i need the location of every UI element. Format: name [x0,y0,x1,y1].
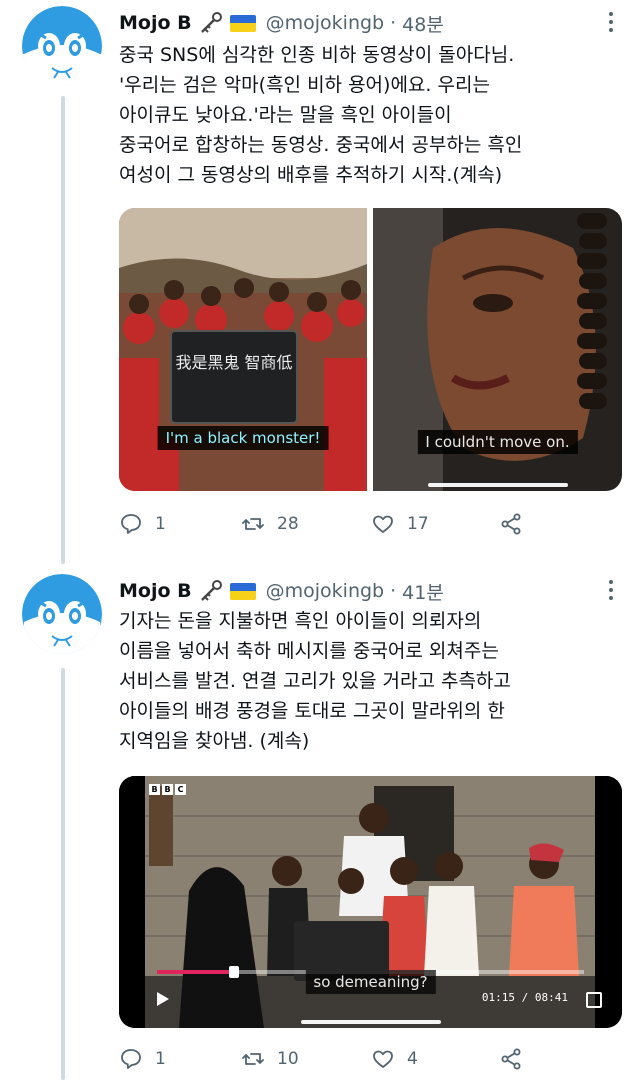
retweet-icon [242,518,264,530]
bbc-logo-letter: C [175,784,186,795]
bbc-logo-letter: B [162,784,173,795]
tweet-header: Mojo B @mojokingb · 48분 [119,10,444,36]
share-icon [501,513,521,535]
tweet-actions: 1 28 17 [119,508,619,540]
reply-count: 1 [155,1049,166,1069]
bbc-logo-letter: B [149,784,160,795]
video-caption: so demeaning? [305,970,436,994]
reply-icon [121,514,141,534]
key-icon [198,10,224,36]
separator-dot: · [390,580,397,602]
reply-icon [121,1049,141,1069]
ukraine-flag-icon [229,582,256,600]
avatar[interactable] [22,6,102,86]
share-button[interactable] [499,1047,535,1071]
video-time: 01:15 / 08:41 [481,991,568,1004]
avatar[interactable] [22,574,102,654]
bbc-logo: B B C [149,784,186,795]
like-icon [373,1050,393,1068]
retweet-count: 10 [277,1049,299,1069]
display-name[interactable]: Mojo B [119,580,192,602]
fullscreen-icon[interactable] [586,992,602,1008]
more-icon[interactable] [604,580,618,600]
avatar-image [22,574,102,654]
reply-count: 1 [155,514,166,534]
reply-button[interactable]: 1 [119,1047,241,1071]
timestamp[interactable]: 48분 [402,10,444,37]
video-caption: I'm a black monster! [157,426,329,450]
retweet-button[interactable]: 28 [241,512,371,536]
tweet-text-line: 기자는 돈을 지불하면 흑인 아이들이 의뢰자의 [119,610,482,632]
media-scrub-bar [427,483,568,487]
tweet-text: 기자는 돈을 지불하면 흑인 아이들이 의뢰자의 이름을 넣어서 축하 메시지를… [119,606,624,756]
like-count: 17 [407,514,429,534]
ukraine-flag-icon [229,14,256,32]
tweet-text-line: 중국어로 합창하는 동영상. 중국에서 공부하는 흑인 [119,134,523,156]
like-icon [373,515,393,533]
video-progress-fill [157,970,234,974]
key-icon [198,578,224,604]
user-handle[interactable]: @mojokingb [266,12,384,34]
share-icon [501,1048,521,1070]
tweet-text-line: 중국 SNS에 심각한 인종 비하 동영상이 돌아다님. [119,44,515,66]
user-handle[interactable]: @mojokingb [266,580,384,602]
retweet-button[interactable]: 10 [241,1047,371,1071]
reply-button[interactable]: 1 [119,512,241,536]
tweet-text: 중국 SNS에 심각한 인종 비하 동영상이 돌아다님. '우리는 검은 악마(… [119,40,624,190]
tweet-actions: 1 10 4 [119,1043,619,1075]
more-icon[interactable] [604,12,618,32]
media-image-left[interactable]: 我是黑鬼 智商低 I'm a black monster! [119,208,367,491]
tweet-header: Mojo B @mojokingb · 41분 [119,578,444,604]
tweet-text-line: '우리는 검은 악마(흑인 비하 용어)에요. 우리는 [119,74,490,96]
sign-text: 我是黑鬼 智商低 [175,353,292,372]
retweet-icon [242,1053,264,1065]
play-icon[interactable] [157,992,169,1006]
media-scrub-bar [300,1020,441,1024]
tweet-2[interactable]: Mojo B @mojokingb · 41분 기자는 돈을 지불하면 흑인 아… [0,568,640,1080]
video-progress-knob[interactable] [228,966,239,978]
tweet-text-line: 이름을 넣어서 축하 메시지를 중국어로 외쳐주는 [119,640,499,662]
retweet-count: 28 [277,514,299,534]
tweet-text-line: 여성이 그 동영상의 배후를 추적하기 시작.(계속) [119,164,503,186]
video-caption: I couldn't move on. [417,430,578,454]
media-grid: 我是黑鬼 智商低 I'm a black monster! I couldn't… [119,208,622,491]
share-button[interactable] [499,512,535,536]
tweet-text-line: 아이큐도 낮아요.'라는 말을 흑인 아이들이 [119,104,452,126]
media-image-right[interactable]: I couldn't move on. [373,208,622,491]
tweet-text-line: 아이들의 배경 풍경을 토대로 그곳이 말라위의 한 [119,700,505,722]
tweet-text-line: 지역임을 찾아냄. (계속) [119,730,310,752]
like-button[interactable]: 4 [371,1047,499,1071]
like-button[interactable]: 17 [371,512,499,536]
avatar-image [22,6,102,86]
like-count: 4 [407,1049,418,1069]
timestamp[interactable]: 41분 [402,578,444,605]
separator-dot: · [390,12,397,34]
video-player[interactable]: B B C so demeaning? 01:15 / 08:41 [119,776,622,1028]
tweet-text-line: 서비스를 발견. 연결 고리가 있을 거라고 추측하고 [119,670,511,692]
tweet-1[interactable]: Mojo B @mojokingb · 48분 중국 SNS에 심각한 인종 비… [0,0,640,565]
display-name[interactable]: Mojo B [119,12,192,34]
